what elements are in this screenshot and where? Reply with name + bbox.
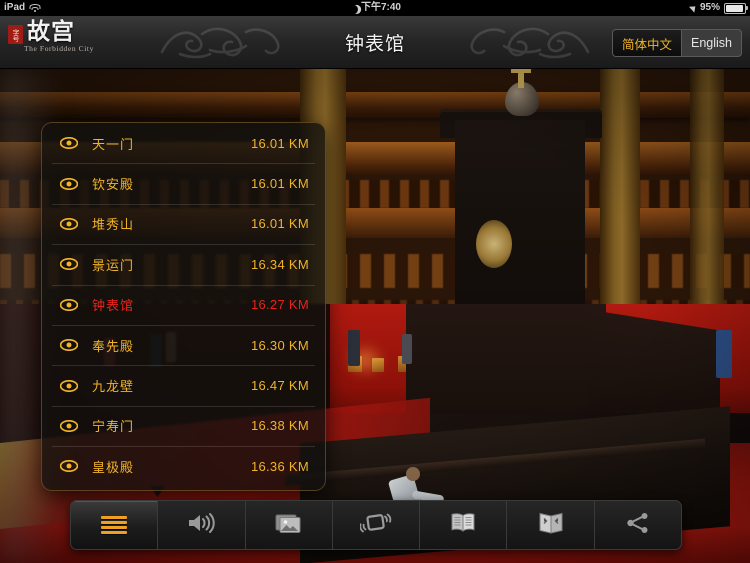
list-item[interactable]: 皇极殿 16.36 KM: [42, 446, 325, 486]
list-item[interactable]: 奉先殿 16.30 KM: [42, 324, 325, 365]
bottom-toolbar[interactable]: [70, 500, 682, 550]
shake-icon: [359, 510, 392, 541]
toolbar-button-share[interactable]: [593, 501, 681, 549]
list-item[interactable]: 天一门 16.01 KM: [42, 123, 325, 163]
toolbar-button-audio[interactable]: [157, 501, 244, 549]
toolbar-button-list[interactable]: [71, 501, 158, 549]
app-root: iPad 下午7:40 95% 字号 故宫 The Forbidden City…: [0, 0, 750, 563]
status-bar-right: 95%: [688, 0, 748, 16]
map-icon: [535, 511, 567, 540]
poi-distance: 16.01 KM: [250, 216, 309, 232]
list-item[interactable]: 堆秀山 16.01 KM: [42, 203, 325, 244]
status-bar: iPad 下午7:40 95%: [0, 0, 750, 16]
battery-percent: 95%: [699, 2, 720, 13]
poi-name: 景运门: [92, 257, 135, 273]
poi-distance: 16.30 KM: [250, 337, 309, 353]
poi-distance: 16.34 KM: [250, 256, 309, 272]
poi-name: 钦安殿: [92, 177, 135, 193]
toolbar-button-shake[interactable]: [331, 501, 419, 549]
visitor-figure: [348, 330, 360, 366]
book-icon: [448, 511, 478, 540]
status-bar-time: 下午7:40: [360, 2, 401, 13]
visitor-figure: [402, 334, 412, 364]
poi-name: 皇极殿: [92, 459, 135, 475]
eye-icon[interactable]: [60, 137, 78, 150]
list-item[interactable]: 九龙壁 16.47 KM: [42, 365, 325, 405]
list-item[interactable]: 宁寿门 16.38 KM: [42, 405, 325, 446]
eye-icon[interactable]: [60, 379, 78, 392]
clock-finial: [511, 68, 531, 88]
moon-icon: [348, 3, 360, 15]
location-arrow-icon: [688, 3, 699, 13]
toolbar-button-photos[interactable]: [244, 501, 332, 549]
language-option-chinese[interactable]: 简体中文: [612, 30, 681, 56]
toolbar-button-map[interactable]: [506, 501, 593, 549]
visitor-figure: [716, 330, 732, 378]
toolbar-button-text[interactable]: [419, 501, 506, 549]
poi-distance: 16.38 KM: [250, 418, 309, 434]
poi-name: 天一门: [92, 136, 135, 152]
status-bar-center: 下午7:40: [0, 0, 750, 16]
photos-icon: [274, 511, 304, 540]
poi-distance: 16.01 KM: [250, 176, 309, 192]
poi-distance: 16.01 KM: [250, 135, 309, 151]
language-option-english[interactable]: English: [681, 30, 741, 56]
poi-name: 奉先殿: [92, 338, 135, 354]
eye-icon[interactable]: [60, 339, 78, 352]
poi-distance: 16.27 KM: [250, 297, 309, 313]
poi-name: 钟表馆: [92, 298, 135, 314]
eye-icon[interactable]: [60, 298, 78, 311]
speaker-icon: [186, 511, 216, 540]
poi-name: 九龙壁: [92, 379, 135, 395]
language-switcher[interactable]: 简体中文 English: [611, 29, 742, 57]
poi-name: 堆秀山: [92, 217, 135, 233]
eye-icon[interactable]: [60, 258, 78, 271]
visitor-figure: [406, 467, 420, 481]
poi-distance: 16.36 KM: [250, 458, 309, 474]
poi-list-panel[interactable]: 天一门 16.01 KM 钦安殿 16.01 KM 堆秀山 16.01 KM 景…: [41, 122, 326, 491]
clock-face: [476, 220, 512, 268]
battery-icon: [724, 2, 748, 14]
list-item-selected[interactable]: 钟表馆 16.27 KM: [42, 284, 325, 325]
title-bar: 字号 故宫 The Forbidden City 钟表馆 简体中文 Englis…: [0, 16, 750, 69]
eye-icon[interactable]: [60, 177, 78, 190]
share-icon: [624, 511, 652, 540]
eye-icon[interactable]: [60, 460, 78, 473]
eye-icon[interactable]: [60, 217, 78, 230]
list-item[interactable]: 景运门 16.34 KM: [42, 244, 325, 284]
list-icon: [101, 515, 128, 535]
poi-distance: 16.47 KM: [250, 378, 309, 394]
list-item[interactable]: 钦安殿 16.01 KM: [42, 163, 325, 203]
eye-icon[interactable]: [60, 419, 78, 432]
poi-name: 宁寿门: [92, 419, 135, 435]
